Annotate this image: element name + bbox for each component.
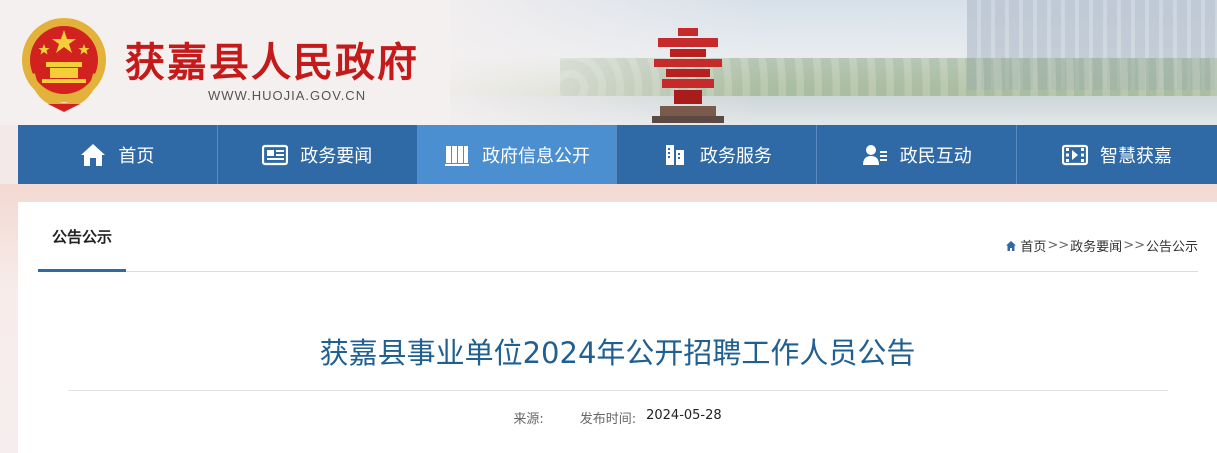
article-meta: 来源: 发布时间: 2024-05-28 — [18, 408, 1217, 427]
breadcrumb: 首页 >> 政务要闻 >> 公告公示 — [1005, 236, 1198, 255]
nav-item-gov-info[interactable]: 政府信息公开 — [417, 125, 618, 184]
source-label: 来源: — [513, 412, 544, 427]
nav-item-services[interactable]: 政务服务 — [617, 125, 818, 184]
red-sculpture-icon — [652, 28, 724, 123]
books-icon — [444, 142, 470, 168]
breadcrumb-news-link[interactable]: 政务要闻 — [1070, 236, 1122, 255]
nav-item-label: 政务服务 — [699, 145, 772, 167]
publish-date: 2024-05-28 — [646, 408, 722, 423]
date-label: 发布时间: — [579, 412, 637, 427]
main-nav: 首页 政务要闻 政府信息公开 政务服务 政民互动 智慧获嘉 — [18, 125, 1217, 184]
section-tab-title[interactable]: 公告公示 — [38, 202, 126, 272]
article-title: 获嘉县事业单位2024年公开招聘工作人员公告 — [319, 336, 916, 370]
breadcrumb-separator: >> — [1123, 238, 1145, 253]
site-title: 获嘉县人民政府 — [125, 39, 419, 86]
nav-item-news[interactable]: 政务要闻 — [218, 125, 418, 184]
nav-item-label: 首页 — [118, 145, 155, 167]
home-icon — [1006, 240, 1017, 251]
news-icon — [262, 142, 289, 168]
site-url: WWW.HUOJIA.GOV.CN — [208, 88, 367, 103]
header-banner: 获嘉县人民政府 WWW.HUOJIA.GOV.CN — [0, 0, 1217, 125]
home-icon — [80, 142, 106, 168]
user-chat-icon — [862, 142, 888, 168]
breadcrumb-home-link[interactable]: 首页 — [1020, 236, 1046, 255]
nav-item-label: 政民互动 — [899, 145, 972, 167]
nav-item-label: 智慧获嘉 — [1100, 145, 1173, 167]
nav-item-interaction[interactable]: 政民互动 — [817, 125, 1018, 184]
nav-item-label: 政府信息公开 — [482, 145, 591, 167]
breadcrumb-notice-link[interactable]: 公告公示 — [1146, 236, 1198, 255]
building-icon — [662, 142, 688, 168]
nav-item-smart-huojia[interactable]: 智慧获嘉 — [1017, 125, 1217, 184]
content-card: 公告公示 首页 >> 政务要闻 >> 公告公示 获嘉县事业单位2024年公开招聘… — [18, 202, 1217, 453]
breadcrumb-separator: >> — [1047, 238, 1070, 253]
section-tabbar: 公告公示 首页 >> 政务要闻 >> 公告公示 — [38, 202, 1198, 272]
national-emblem-icon — [22, 18, 106, 112]
video-icon — [1062, 142, 1089, 168]
nav-item-label: 政务要闻 — [300, 145, 373, 167]
title-divider — [68, 390, 1168, 391]
nav-item-home[interactable]: 首页 — [18, 125, 218, 184]
